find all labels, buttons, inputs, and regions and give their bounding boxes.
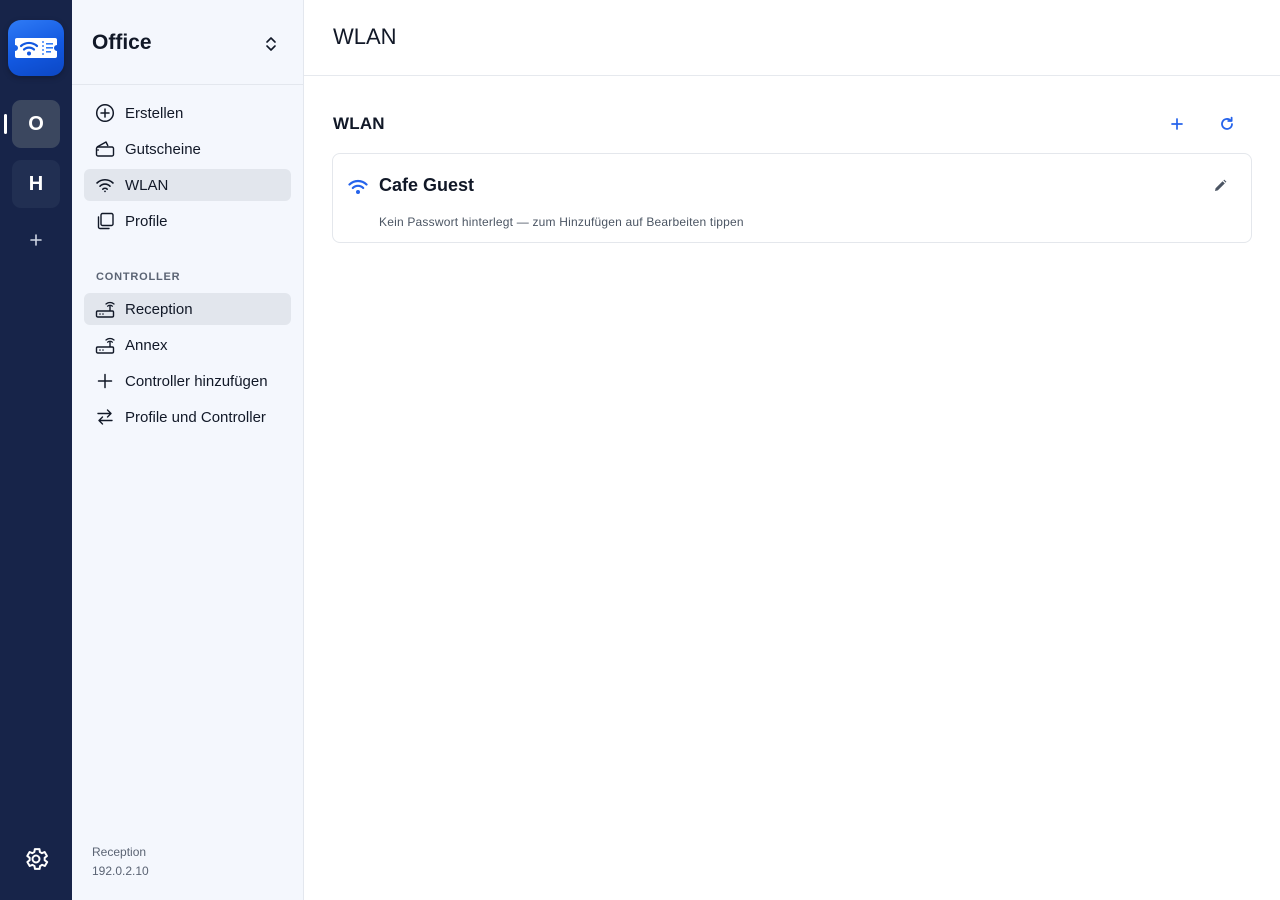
plus-icon <box>30 234 42 246</box>
ticket-icon <box>95 139 115 159</box>
workspace-switcher-button[interactable] <box>260 33 282 55</box>
workspace-letter: O <box>28 112 44 135</box>
sidebar-item-label: Annex <box>125 337 168 354</box>
wlan-name: Cafe Guest <box>379 175 475 195</box>
sidebar-header: Office <box>72 0 303 85</box>
workspace-button-home[interactable]: H <box>12 160 60 208</box>
swap-arrows-icon <box>95 407 115 427</box>
main-content: WLAN WLAN Cafe Guest Kein Passwort hinte… <box>304 0 1280 900</box>
sidebar-item-label: Gutscheine <box>125 141 201 158</box>
settings-button[interactable] <box>20 843 52 875</box>
router-icon <box>95 299 115 319</box>
sidebar-item-label: Reception <box>125 301 193 318</box>
wifi-icon <box>347 176 369 198</box>
app-window: O H Office Erstellen Gutscheine WLAN Pro… <box>0 0 1280 900</box>
add-wlan-button[interactable] <box>1166 113 1188 135</box>
profiles-stack-icon <box>95 211 115 231</box>
active-controller-name: Reception <box>92 845 147 859</box>
add-workspace-button[interactable] <box>24 228 48 252</box>
plus-circle-icon <box>95 103 115 123</box>
app-logo-icon[interactable] <box>8 20 64 76</box>
workspace-button-office[interactable]: O <box>12 100 60 148</box>
plus-icon <box>95 371 115 391</box>
chevron-up-down-icon <box>266 37 276 51</box>
sidebar-item-annex[interactable]: Annex <box>84 329 291 361</box>
sidebar: Office Erstellen Gutscheine WLAN Profile… <box>72 0 304 900</box>
plus-icon <box>1171 118 1183 130</box>
controller-section-label: CONTROLLER <box>96 271 181 283</box>
sidebar-item-wlan[interactable]: WLAN <box>84 169 291 201</box>
workspace-letter: H <box>28 172 44 195</box>
sidebar-item-label: Profile <box>125 213 168 230</box>
edit-wlan-button[interactable] <box>1209 175 1231 197</box>
wlan-password-hint: Kein Passwort hinterlegt — zum Hinzufüge… <box>379 215 744 229</box>
sidebar-item-add-controller[interactable]: Controller hinzufügen <box>84 365 291 397</box>
sidebar-item-label: Erstellen <box>125 105 184 122</box>
refresh-icon <box>1221 116 1233 130</box>
workspace-title: Office <box>92 31 152 54</box>
refresh-button[interactable] <box>1216 113 1238 135</box>
active-workspace-indicator <box>4 114 7 134</box>
sidebar-item-label: WLAN <box>125 177 169 194</box>
sidebar-item-label: Profile und Controller <box>125 409 266 426</box>
gear-icon <box>26 848 49 870</box>
section-title: WLAN <box>333 114 385 133</box>
sidebar-item-reception[interactable]: Reception <box>84 293 291 325</box>
wifi-icon <box>95 175 115 195</box>
sidebar-item-label: Controller hinzufügen <box>125 373 268 390</box>
sidebar-item-erstellen[interactable]: Erstellen <box>84 97 291 129</box>
topbar: WLAN <box>304 0 1280 76</box>
sidebar-item-gutscheine[interactable]: Gutscheine <box>84 133 291 165</box>
active-controller-ip: 192.0.2.10 <box>92 864 149 878</box>
workspace-rail: O H <box>0 0 72 900</box>
page-title: WLAN <box>333 24 397 49</box>
wlan-card[interactable]: Cafe Guest Kein Passwort hinterlegt — zu… <box>332 153 1252 243</box>
sidebar-item-profile[interactable]: Profile <box>84 205 291 237</box>
router-icon <box>95 335 115 355</box>
sidebar-item-profiles-and-controllers[interactable]: Profile und Controller <box>84 401 291 433</box>
pencil-icon <box>1215 179 1227 191</box>
